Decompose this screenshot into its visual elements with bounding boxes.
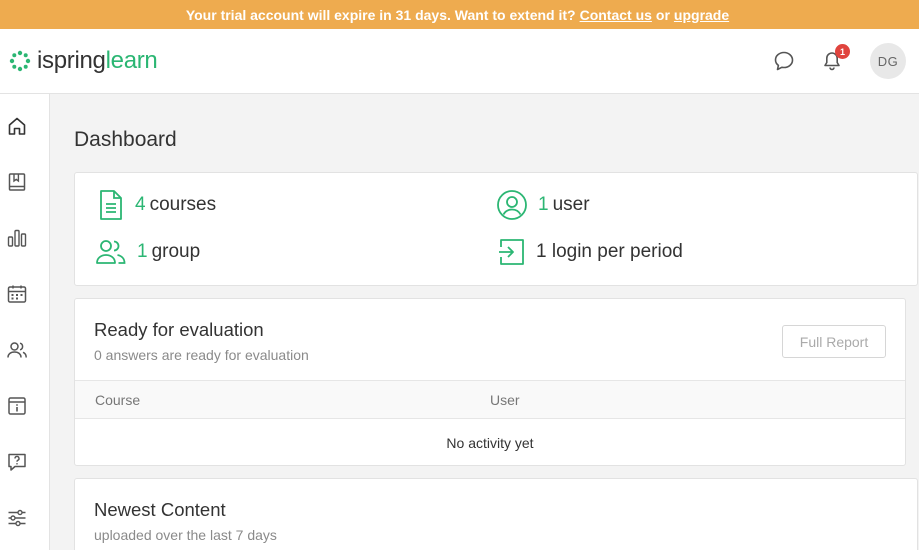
- full-report-button[interactable]: Full Report: [782, 325, 886, 358]
- groups-label: group: [151, 241, 201, 262]
- document-icon: [100, 190, 122, 220]
- upgrade-link[interactable]: upgrade: [674, 7, 729, 23]
- sidebar-item-home[interactable]: [4, 113, 30, 139]
- groups-count: 1: [137, 241, 148, 262]
- home-icon: [8, 117, 26, 135]
- help-icon: [8, 453, 26, 471]
- stat-courses[interactable]: 4 courses: [97, 189, 216, 221]
- sidebar-item-users[interactable]: [4, 337, 30, 363]
- sidebar-item-settings[interactable]: [4, 505, 30, 531]
- empty-table-message: No activity yet: [446, 434, 534, 451]
- stat-groups[interactable]: 1 group: [95, 237, 200, 267]
- chat-icon: [774, 51, 794, 71]
- main-content: Dashboard 4 courses 1 user 1 group 1 log…: [50, 94, 919, 550]
- login-icon: [499, 239, 524, 265]
- calendar-icon: [7, 285, 27, 303]
- courses-label: courses: [149, 194, 217, 215]
- column-user[interactable]: User: [490, 392, 520, 408]
- ispring-learn-logo[interactable]: ispring learn: [9, 47, 158, 75]
- evaluation-card: Ready for evaluation 0 answers are ready…: [74, 298, 906, 466]
- trial-banner: Your trial account will expire in 31 day…: [0, 0, 919, 29]
- book-icon: [8, 173, 26, 191]
- sidebar-item-help[interactable]: [4, 449, 30, 475]
- trial-banner-text: Your trial account will expire in 31 day…: [185, 6, 576, 23]
- group-icon: [96, 240, 126, 264]
- contact-us-link[interactable]: Contact us: [580, 7, 652, 23]
- notification-count-badge: 1: [835, 44, 850, 59]
- newest-content-subtitle: uploaded over the last 7 days: [94, 527, 277, 543]
- settings-icon: [8, 509, 26, 527]
- newest-content-card: Newest Content uploaded over the last 7 …: [74, 478, 918, 550]
- banner-or-text: or: [655, 6, 670, 23]
- evaluation-subtitle: 0 answers are ready for evaluation: [94, 347, 309, 363]
- column-course[interactable]: Course: [95, 392, 140, 408]
- users-label: user: [552, 194, 590, 215]
- user-icon: [497, 190, 527, 220]
- evaluation-title: Ready for evaluation: [94, 319, 264, 340]
- evaluation-table-header: Course User: [75, 380, 905, 419]
- reports-icon: [7, 229, 27, 247]
- chat-button[interactable]: [770, 47, 798, 75]
- sidebar-item-content[interactable]: [4, 169, 30, 195]
- sidebar: [0, 94, 50, 550]
- logo-text-ispring: ispring: [37, 47, 106, 74]
- user-avatar[interactable]: DG: [870, 43, 906, 79]
- users-icon: [7, 342, 27, 358]
- newest-content-title: Newest Content: [94, 499, 226, 520]
- sidebar-item-info[interactable]: [4, 393, 30, 419]
- stats-card: 4 courses 1 user 1 group 1 login per per…: [74, 172, 918, 286]
- logo-sunburst-icon: [9, 50, 31, 72]
- users-count: 1: [538, 194, 549, 215]
- logo-text-learn: learn: [105, 47, 158, 74]
- courses-count: 4: [135, 194, 146, 215]
- sidebar-item-calendar[interactable]: [4, 281, 30, 307]
- logins-label: 1 login per period: [536, 241, 683, 262]
- top-bar: ispring learn 1 DG: [0, 29, 919, 94]
- info-icon: [8, 397, 26, 415]
- page-title: Dashboard: [74, 128, 177, 151]
- stat-logins[interactable]: 1 login per period: [498, 237, 683, 267]
- sidebar-item-reports[interactable]: [4, 225, 30, 251]
- stat-users[interactable]: 1 user: [496, 189, 590, 221]
